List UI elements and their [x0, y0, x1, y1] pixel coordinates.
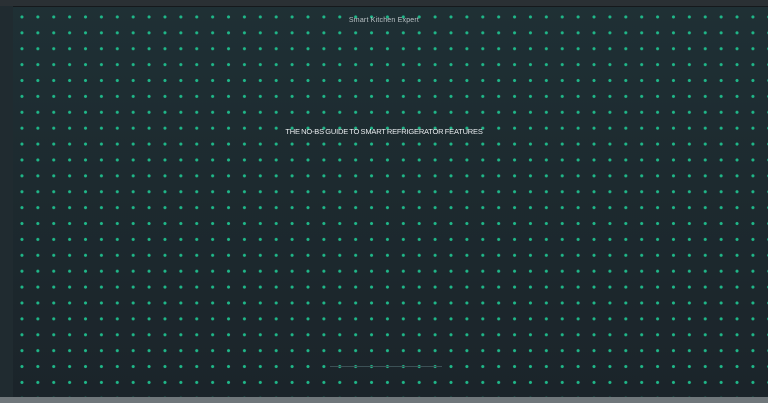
bottom-divider — [330, 366, 442, 367]
dot-grid-background — [13, 6, 768, 397]
site-name[interactable]: Smart Kitchen Expert — [0, 17, 768, 24]
page-headline: THE NO-BS GUIDE TO SMART REFRIGERATOR FE… — [285, 127, 483, 136]
window-bottom-bar — [0, 397, 768, 403]
page-frame: Smart Kitchen Expert THE NO-BS GUIDE TO … — [0, 0, 768, 403]
left-edge-panel — [0, 6, 13, 397]
